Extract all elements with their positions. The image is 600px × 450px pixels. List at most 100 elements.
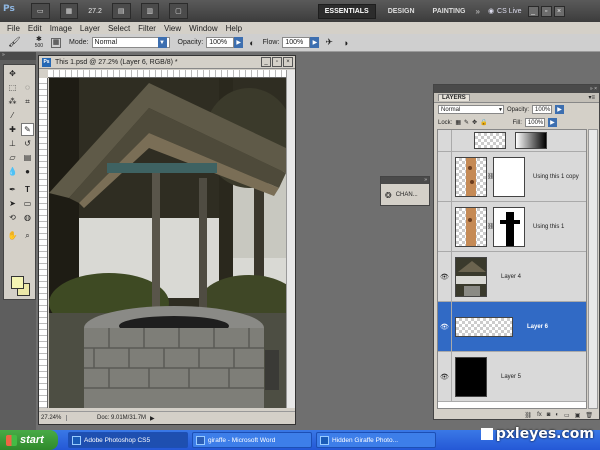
new-layer-icon[interactable]: ▣ — [575, 412, 581, 419]
layer-style-icon[interactable]: fx — [537, 412, 542, 418]
menu-help[interactable]: Help — [226, 24, 242, 33]
lock-transparency-icon[interactable]: ▦ — [455, 119, 461, 126]
view-extras-button[interactable]: ▤ — [111, 3, 131, 19]
move-tool-icon[interactable]: ✥ — [6, 67, 19, 80]
layer-row[interactable]: ⛓ Using this 1 — [438, 202, 586, 252]
3d-orbit-tool-icon[interactable]: ◍ — [21, 211, 34, 224]
3d-rotate-tool-icon[interactable]: ⟲ — [6, 211, 19, 224]
menu-file[interactable]: File — [7, 24, 20, 33]
layer-row[interactable]: 👁 Layer 4 — [438, 252, 586, 302]
crop-tool-icon[interactable]: ⌗ — [21, 95, 34, 108]
brush-panel-icon[interactable]: ▦ — [51, 37, 62, 48]
pressure-size-icon[interactable]: ◑ — [343, 38, 348, 48]
fill-input[interactable]: 100% — [524, 118, 545, 127]
quick-select-tool-icon[interactable]: ⁂ — [6, 95, 19, 108]
flow-input[interactable]: 100% — [282, 37, 311, 48]
mode-dropdown[interactable]: Normal ▼ — [91, 37, 170, 48]
document-close-icon[interactable]: × — [283, 57, 293, 67]
tool-preset-icon[interactable]: 🖌 — [8, 37, 21, 48]
lock-all-icon[interactable]: 🔒 — [480, 119, 487, 126]
horizontal-ruler[interactable] — [48, 70, 286, 78]
gradient-tool-icon[interactable]: ▤ — [21, 151, 34, 164]
menu-image[interactable]: Image — [50, 24, 72, 33]
layer-row-partial[interactable] — [438, 130, 586, 152]
minimize-icon[interactable]: _ — [527, 5, 539, 17]
pressure-opacity-icon[interactable]: ◐ — [249, 38, 254, 48]
menu-select[interactable]: Select — [108, 24, 130, 33]
screen-mode-button[interactable]: ▢ — [169, 3, 188, 19]
workspace-essentials[interactable]: ESSENTIALS — [317, 3, 376, 19]
restore-icon[interactable]: ▫ — [540, 5, 552, 17]
delete-layer-icon[interactable]: 🗑 — [585, 412, 593, 419]
document-title-bar[interactable]: Ps This 1.psd @ 27.2% (Layer 6, RGB/8) *… — [39, 56, 295, 69]
eye-icon[interactable]: 👁 — [438, 352, 452, 401]
arrange-documents-button[interactable]: ▥ — [140, 3, 160, 19]
layer-opacity-slider-icon[interactable]: ▶ — [555, 105, 565, 114]
opacity-input[interactable]: 100% — [206, 37, 235, 48]
add-mask-icon[interactable]: ◙ — [547, 412, 551, 418]
document-vertical-scrollbar[interactable] — [286, 70, 295, 408]
image-canvas[interactable] — [49, 78, 286, 408]
menu-filter[interactable]: Filter — [138, 24, 156, 33]
dodge-tool-icon[interactable]: ● — [21, 165, 34, 178]
menu-window[interactable]: Window — [189, 24, 217, 33]
eye-icon[interactable]: 👁 — [438, 252, 452, 301]
document-size-info[interactable]: Doc: 9.01M/31.7M — [97, 415, 146, 421]
close-icon[interactable]: × — [553, 5, 565, 17]
taskbar-item-photoshop[interactable]: Adobe Photoshop CS5 — [68, 432, 188, 448]
channels-panel-header[interactable]: » — [381, 177, 429, 184]
fill-slider-icon[interactable]: ▶ — [547, 118, 557, 127]
layer-opacity-input[interactable]: 100% — [532, 105, 553, 114]
foreground-color-swatch[interactable] — [11, 276, 24, 289]
menu-view[interactable]: View — [164, 24, 181, 33]
taskbar-item-browser[interactable]: Hidden Giraffe Photo... — [316, 432, 436, 448]
document-minimize-icon[interactable]: _ — [261, 57, 271, 67]
lasso-tool-icon[interactable]: ◌ — [21, 81, 34, 94]
brush-picker[interactable]: ✱ 500 — [35, 36, 43, 50]
marquee-tool-icon[interactable]: ⬚ — [6, 81, 19, 94]
workspace-design[interactable]: DESIGN — [382, 5, 421, 18]
link-layers-icon[interactable]: ⛓ — [524, 412, 532, 419]
type-tool-icon[interactable]: T — [21, 183, 34, 196]
shape-tool-icon[interactable]: ▭ — [21, 197, 34, 210]
eraser-tool-icon[interactable]: ▱ — [6, 151, 19, 164]
pen-tool-icon[interactable]: ✒ — [6, 183, 19, 196]
adjustment-layer-icon[interactable]: ◐ — [555, 412, 559, 418]
new-group-icon[interactable]: ▭ — [564, 412, 570, 419]
hand-tool-icon[interactable]: ✋ — [6, 229, 19, 242]
clone-stamp-tool-icon[interactable]: ⊥ — [6, 137, 19, 150]
brush-tool-icon[interactable]: ✎ — [21, 123, 34, 136]
layers-scrollbar[interactable] — [588, 129, 598, 409]
path-select-tool-icon[interactable]: ➤ — [6, 197, 19, 210]
workspace-painting[interactable]: PAINTING — [427, 5, 472, 18]
airbrush-icon[interactable]: ✈ — [325, 37, 333, 48]
healing-brush-tool-icon[interactable]: ✚ — [6, 123, 19, 136]
blend-mode-dropdown[interactable]: Normal ▼ — [438, 105, 504, 114]
bridge-button[interactable]: ▭ — [31, 3, 50, 19]
zoom-level[interactable]: 27.2 — [88, 8, 102, 15]
menu-edit[interactable]: Edit — [28, 24, 42, 33]
eyedropper-tool-icon[interactable]: ⁄ — [6, 109, 19, 122]
taskbar-item-word[interactable]: giraffe - Microsoft Word — [192, 432, 312, 448]
document-restore-icon[interactable]: ▫ — [272, 57, 282, 67]
start-button[interactable]: start — [0, 430, 58, 450]
zoom-tool-icon[interactable]: ⌕ — [21, 229, 34, 242]
mini-bridge-button[interactable]: ▦ — [59, 3, 79, 19]
visibility-toggle[interactable] — [438, 202, 452, 251]
channels-panel-button[interactable]: ❂ CHAN... — [381, 184, 429, 206]
lock-pixels-icon[interactable]: ✎ — [464, 119, 469, 126]
opacity-slider-icon[interactable]: ▶ — [234, 37, 244, 48]
visibility-toggle[interactable] — [438, 130, 452, 151]
panel-menu-icon[interactable]: ▾≡ — [588, 94, 595, 101]
vertical-ruler[interactable] — [39, 78, 48, 408]
flow-slider-icon[interactable]: ▶ — [310, 37, 320, 48]
document-zoom[interactable]: 27.24% — [39, 415, 67, 421]
eye-icon[interactable]: 👁 — [438, 302, 452, 351]
blur-tool-icon[interactable]: 💧 — [6, 165, 19, 178]
layer-row[interactable]: ⛓ Using this 1 copy — [438, 152, 586, 202]
history-brush-tool-icon[interactable]: ↺ — [21, 137, 34, 150]
more-workspaces-icon[interactable]: » — [475, 7, 479, 16]
lock-position-icon[interactable]: ✥ — [472, 119, 477, 126]
status-menu-icon[interactable]: ▶ — [150, 415, 155, 422]
tools-panel-header[interactable]: » — [0, 52, 36, 60]
